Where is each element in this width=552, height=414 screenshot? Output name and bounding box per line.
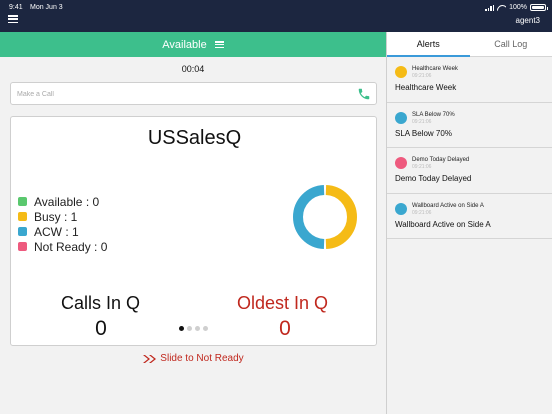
page-dot[interactable] xyxy=(203,326,208,331)
wifi-icon xyxy=(497,5,506,11)
alert-time: 09:21:06 xyxy=(412,118,432,125)
page-dot[interactable] xyxy=(195,326,200,331)
legend-item: Busy : 1 xyxy=(18,209,107,224)
menu-icon[interactable] xyxy=(8,15,18,23)
page-dot[interactable] xyxy=(187,326,192,331)
oldest-in-q-label: Oldest In Q xyxy=(237,293,329,313)
queue-title: USSalesQ xyxy=(147,127,242,149)
queue-card: USSalesQ Available : 0 Busy : 1 ACW : 1 Not… xyxy=(10,116,377,346)
alert-text: Wallboard Active on Side A xyxy=(395,219,491,229)
tab-call-log[interactable]: Call Log xyxy=(470,32,552,56)
legend-swatch xyxy=(18,197,27,206)
alert-text: SLA Below 70% xyxy=(395,128,452,138)
sidebar: Alerts Call Log Healthcare Week 09:21:06 He… xyxy=(386,32,552,414)
agent-state-donut xyxy=(293,185,357,249)
alert-item[interactable]: Wallboard Active on Side A 09:21:06 Wallbo… xyxy=(387,194,552,239)
legend-item: ACW : 1 xyxy=(18,224,107,239)
availability-button[interactable]: Available xyxy=(0,32,386,57)
make-call-input[interactable] xyxy=(11,84,341,105)
alert-item[interactable]: Demo Today Delayed 09:21:06 Demo Today Del… xyxy=(387,148,552,194)
legend-label: Not Ready : 0 xyxy=(34,239,108,254)
slide-label: Slide to Not Ready xyxy=(160,353,244,364)
legend-label: ACW : 1 xyxy=(34,224,79,239)
alert-text: Demo Today Delayed xyxy=(395,174,472,183)
alert-name: Wallboard Active on Side A xyxy=(412,202,484,209)
status-time: 9:41 xyxy=(9,4,23,11)
legend-label: Available : 0 xyxy=(34,194,100,209)
agent-name: agent3 xyxy=(515,16,540,25)
donut-segment-2 xyxy=(293,185,325,249)
status-date: Mon Jun 3 xyxy=(30,4,63,11)
page-indicator xyxy=(179,326,208,331)
phone-icon[interactable] xyxy=(357,87,371,101)
alert-status-dot xyxy=(395,157,407,169)
alert-time: 09:21:06 xyxy=(412,73,432,79)
alert-time: 09:21:06 xyxy=(412,209,432,216)
status-indicators: 100% xyxy=(485,4,548,11)
legend-swatch xyxy=(18,227,27,236)
legend-swatch xyxy=(18,212,27,221)
alert-item[interactable]: Healthcare Week 09:21:06 Healthcare Week xyxy=(387,57,552,103)
calls-in-q-label: Calls In Q xyxy=(61,293,141,313)
donut-segment-1 xyxy=(325,185,357,249)
alert-status-dot xyxy=(395,111,407,124)
legend-item: Not Ready : 0 xyxy=(18,239,107,254)
alert-status-dot xyxy=(395,202,407,215)
hamburger-icon xyxy=(214,41,224,48)
alert-name: Demo Today Delayed xyxy=(412,157,470,163)
calls-in-q-value: 0 xyxy=(95,317,107,340)
make-call-field xyxy=(10,82,377,105)
legend-swatch xyxy=(18,242,27,251)
alert-name: SLA Below 70% xyxy=(412,111,455,118)
state-timer: 00:04 xyxy=(181,64,205,74)
oldest-in-q-value: 0 xyxy=(279,317,291,340)
queue-legend: Available : 0 Busy : 1 ACW : 1 Not Ready : … xyxy=(18,194,107,254)
battery-icon xyxy=(530,4,548,11)
alert-item[interactable]: SLA Below 70% 09:21:06 SLA Below 70% xyxy=(387,103,552,148)
slide-to-not-ready[interactable]: Slide to Not Ready xyxy=(0,353,386,364)
legend-label: Busy : 1 xyxy=(34,209,78,224)
alert-text: Healthcare Week xyxy=(395,83,457,92)
page-dot[interactable] xyxy=(179,326,184,331)
sidebar-tabs: Alerts Call Log xyxy=(387,32,552,57)
signal-icon xyxy=(485,4,495,11)
tab-alerts[interactable]: Alerts xyxy=(387,32,470,57)
alert-time: 09:21:06 xyxy=(412,164,432,170)
alerts-list: Healthcare Week 09:21:06 Healthcare Week SL… xyxy=(387,57,552,239)
double-chevron-right-icon xyxy=(143,354,157,363)
alert-status-dot xyxy=(395,66,407,78)
legend-item: Available : 0 xyxy=(18,194,107,209)
availability-label: Available xyxy=(162,38,207,51)
top-bar: 9:41 Mon Jun 3 100% agent3 xyxy=(0,0,552,32)
alert-name: Healthcare Week xyxy=(412,66,458,72)
battery-percent: 100% xyxy=(509,4,527,11)
